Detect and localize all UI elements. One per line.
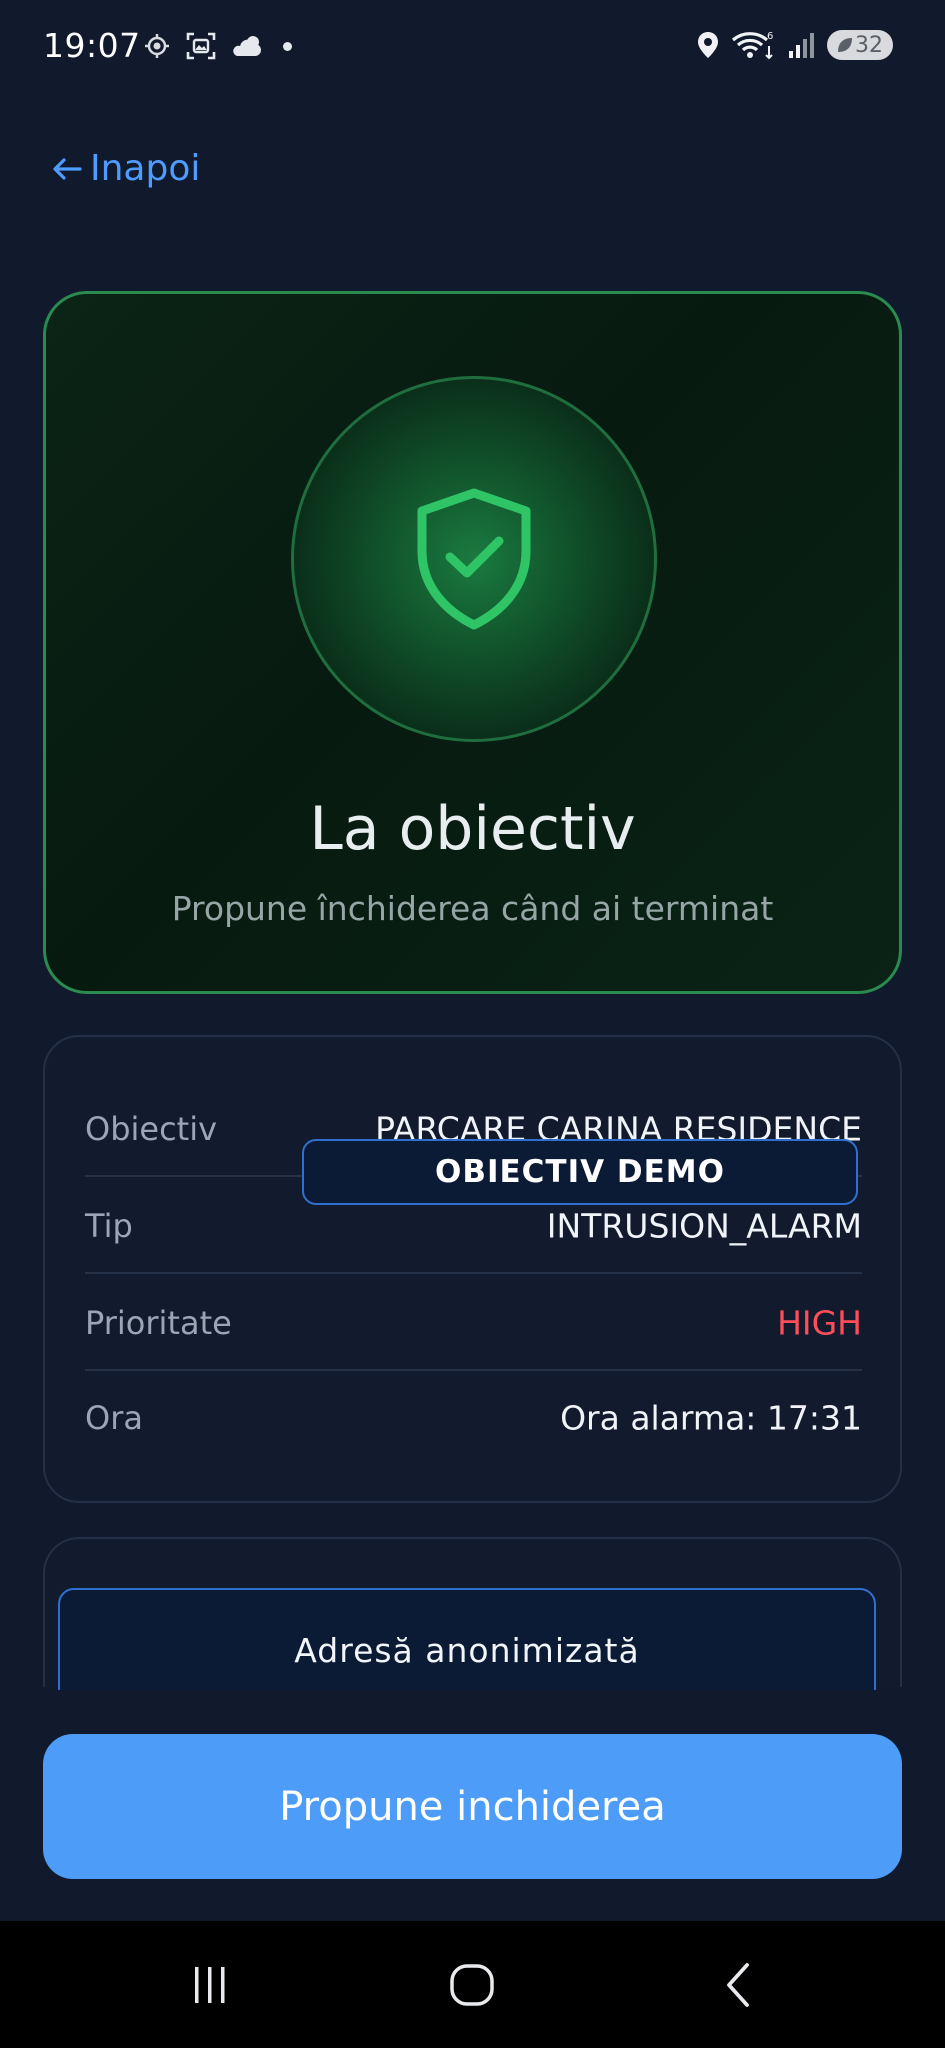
status-right-icons: 6 32 [697, 30, 893, 60]
divider [85, 1272, 862, 1274]
shield-check-icon [417, 488, 531, 630]
back-icon [727, 1962, 749, 2007]
svg-text:6: 6 [767, 31, 773, 42]
arrow-left-icon [53, 157, 82, 180]
detail-value: Ora alarma: 17:31 [560, 1398, 862, 1438]
detail-row-ora: Ora Ora alarma: 17:31 [85, 1370, 862, 1466]
propose-close-button[interactable]: Propune inchiderea [43, 1734, 902, 1879]
battery-level: 32 [855, 32, 883, 58]
location-accuracy-icon [145, 34, 169, 58]
screenshot-icon [186, 32, 216, 60]
detail-row-prioritate: Prioritate HIGH [85, 1275, 862, 1371]
detail-label: Obiectiv [85, 1110, 218, 1148]
wifi-6-icon: 6 [731, 31, 773, 60]
notification-dot-icon [283, 41, 292, 51]
signal-icon [789, 33, 814, 58]
recents-icon [195, 1966, 225, 2003]
detail-label: Prioritate [85, 1304, 232, 1342]
status-bar: 19:07 6 32 [0, 0, 945, 96]
status-left-icons [143, 31, 292, 61]
status-card: La obiectiv Propune închiderea când ai t… [43, 291, 902, 994]
power-saving-leaf-icon [838, 38, 852, 52]
back-label: Inapoi [90, 148, 201, 189]
detail-label: Ora [85, 1399, 143, 1437]
details-card: Obiectiv PARCARE CARINA RESIDENCE Tip IN… [43, 1035, 902, 1503]
location-pin-icon [698, 32, 718, 58]
demo-overlay-label: OBIECTIV DEMO [302, 1139, 858, 1205]
back-button[interactable] [698, 1921, 778, 2048]
priority-value: HIGH [777, 1303, 862, 1343]
detail-value: INTRUSION_ALARM [546, 1206, 862, 1246]
status-icon-circle [291, 376, 657, 742]
system-nav-bar [0, 1921, 945, 2048]
status-subtitle: Propune închiderea când ai terminat [171, 889, 774, 928]
detail-label: Tip [85, 1207, 133, 1245]
back-link[interactable]: Inapoi [52, 148, 200, 189]
home-button[interactable] [432, 1921, 512, 2048]
recents-button[interactable] [170, 1921, 250, 2048]
battery-indicator: 32 [827, 30, 893, 60]
status-title: La obiectiv [309, 794, 636, 864]
weather-icon [233, 36, 261, 56]
status-time: 19:07 [43, 26, 141, 65]
home-icon [450, 1963, 494, 2006]
